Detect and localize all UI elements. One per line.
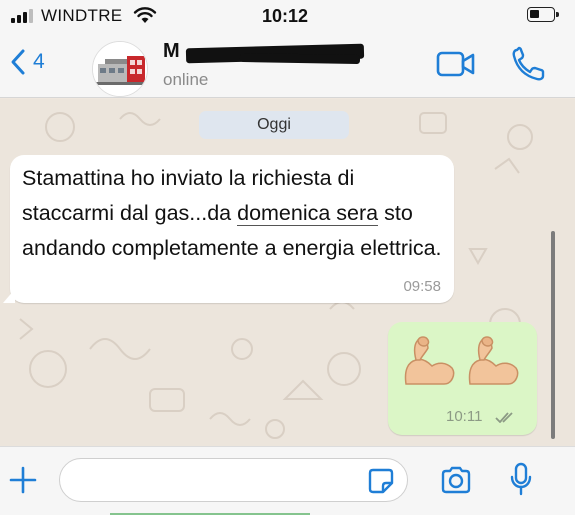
unread-count: 4 <box>33 50 45 73</box>
message-time: 10:11 <box>446 408 483 425</box>
redaction-mark <box>239 52 361 65</box>
sticker-icon <box>368 468 394 494</box>
scrollbar[interactable] <box>551 231 555 439</box>
message-time: 09:58 <box>403 278 441 295</box>
wifi-icon <box>133 7 157 23</box>
signal-strength-icon <box>11 9 35 23</box>
back-button[interactable]: 4 <box>10 48 45 76</box>
avatar[interactable] <box>92 41 148 97</box>
presence-status: online <box>163 70 209 89</box>
microphone-icon <box>510 462 532 496</box>
date-separator: Oggi <box>199 111 349 139</box>
message-link-text[interactable]: domenica sera <box>237 201 379 226</box>
video-call-button[interactable] <box>436 50 476 83</box>
flexed-biceps-icon <box>404 336 455 385</box>
carrier-name: WINDTRE <box>41 6 123 25</box>
video-camera-icon <box>436 51 475 77</box>
chat-header: 4 M online <box>0 32 575 98</box>
avatar-building-image <box>93 42 147 96</box>
attach-button[interactable] <box>8 465 38 500</box>
incoming-message[interactable]: Stamattina ho inviato la richiesta di st… <box>3 155 454 303</box>
input-bar <box>0 446 575 515</box>
emoji-row <box>400 332 522 390</box>
chat-area[interactable]: Oggi Stamattina ho inviato la richiesta … <box>0 99 575 446</box>
camera-icon <box>441 466 471 494</box>
chevron-left-icon <box>11 49 25 75</box>
status-bar: WINDTRE 10:12 <box>0 0 575 32</box>
voice-call-button[interactable] <box>511 46 545 87</box>
sticker-button[interactable] <box>368 468 394 499</box>
battery-icon <box>527 7 559 22</box>
camera-button[interactable] <box>440 466 472 499</box>
read-ticks-icon <box>495 412 513 423</box>
phone-icon <box>512 46 545 81</box>
message-text: Stamattina ho inviato la richiesta di st… <box>22 161 442 266</box>
plus-icon <box>9 466 37 494</box>
message-input[interactable] <box>59 458 408 502</box>
outgoing-message[interactable]: 10:11 <box>388 322 537 435</box>
microphone-button[interactable] <box>509 462 533 501</box>
status-time: 10:12 <box>262 6 309 26</box>
contact-name[interactable]: M <box>163 40 180 63</box>
flexed-biceps-icon <box>468 336 519 385</box>
